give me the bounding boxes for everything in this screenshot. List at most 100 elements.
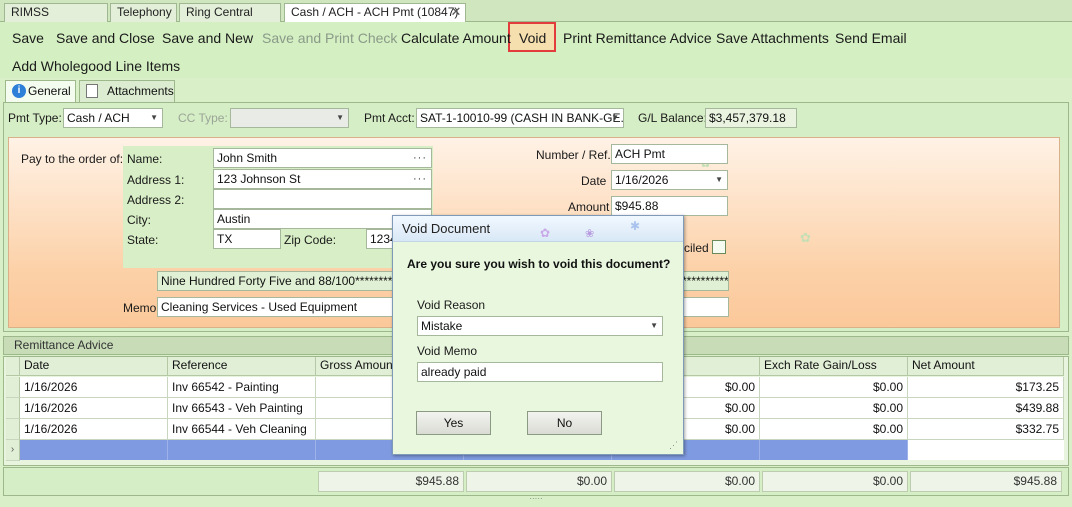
number-ref-field[interactable]: ACH Pmt — [611, 144, 728, 164]
table-cell-reference[interactable]: Inv 66542 - Painting — [168, 377, 316, 398]
address1-label: Address 1: — [127, 173, 185, 187]
tab-cash-ach-pmt-label: Cash / ACH - ACH Pmt (10847) — [291, 5, 459, 19]
table-cell-net[interactable]: $173.25 — [908, 377, 1064, 398]
cc-type-select[interactable]: ▼ — [230, 108, 349, 128]
name-value: John Smith — [217, 151, 278, 165]
name-field[interactable]: John Smith ··· — [213, 148, 432, 168]
total-exch: $0.00 — [762, 471, 908, 492]
close-tab-icon[interactable]: ✕ — [449, 5, 463, 19]
row-selector[interactable] — [6, 419, 20, 440]
zip-label: Zip Code: — [284, 233, 337, 247]
pay-to-label: Pay to the order of: — [21, 152, 124, 166]
reconciled-checkbox[interactable] — [712, 240, 726, 254]
amount-field[interactable]: $945.88 — [611, 196, 728, 216]
reconciled-label: ciled — [684, 241, 709, 255]
yes-button[interactable]: Yes — [416, 411, 491, 435]
void-reason-value: Mistake — [421, 319, 463, 333]
table-cell-date[interactable]: 1/16/2026 — [20, 398, 168, 419]
gl-balance-value: $3,457,379.18 — [705, 108, 797, 128]
table-cell-exch[interactable]: $0.00 — [760, 377, 908, 398]
add-wholegood-line-items-button[interactable]: Add Wholegood Line Items — [12, 57, 180, 75]
amount-words-right: ********** — [682, 274, 729, 288]
zip-field[interactable]: 1234 — [366, 229, 394, 249]
save-and-print-check-button[interactable]: Save and Print Check — [262, 29, 397, 47]
splitter-grip-icon[interactable]: ····· — [524, 495, 548, 503]
pmt-acct-label: Pmt Acct: — [364, 111, 415, 125]
flower-decoration-icon: ✿ — [540, 226, 551, 240]
new-row-cell[interactable] — [168, 440, 316, 460]
tab-telephony[interactable]: Telephony — [110, 3, 177, 22]
butterfly-decoration-icon: ❀ — [585, 228, 595, 240]
column-reference[interactable]: Reference — [168, 357, 316, 376]
pmt-type-select[interactable]: Cash / ACH ▼ — [63, 108, 163, 128]
city-label: City: — [127, 213, 151, 227]
total-col4: $0.00 — [466, 471, 612, 492]
resize-grip-icon[interactable]: ⋰ — [669, 441, 679, 451]
tab-attachments[interactable]: Attachments — [79, 80, 175, 102]
chevron-down-icon: ▼ — [611, 113, 619, 122]
table-cell-exch[interactable]: $0.00 — [760, 419, 908, 440]
new-row-chevron-icon[interactable]: › — [6, 440, 20, 461]
ellipsis-icon[interactable]: ··· — [413, 170, 427, 188]
memo-label: Memo — [123, 301, 157, 315]
tab-ring-central-form[interactable]: Ring Central Form — [179, 3, 281, 36]
column-exch-rate[interactable]: Exch Rate Gain/Loss — [760, 357, 908, 376]
amount-label: Amount — [568, 200, 610, 214]
table-cell-reference[interactable]: Inv 66543 - Veh Painting — [168, 398, 316, 419]
address2-label: Address 2: — [127, 193, 185, 207]
void-memo-label: Void Memo — [417, 344, 478, 358]
save-button[interactable]: Save — [12, 29, 44, 47]
print-remittance-advice-button[interactable]: Print Remittance Advice — [563, 29, 712, 47]
address1-field[interactable]: 123 Johnson St ··· — [213, 169, 432, 189]
grid-row-header-column — [6, 357, 20, 376]
column-net-amount[interactable]: Net Amount — [908, 357, 1064, 376]
cc-type-label: CC Type: — [178, 111, 228, 125]
gl-balance-label: G/L Balance: — [638, 111, 707, 125]
pmt-acct-select[interactable]: SAT-1-10010-99 (CASH IN BANK-GE... ▼ — [416, 108, 624, 128]
amount-words-left: Nine Hundred Forty Five and 88/100******… — [161, 274, 402, 288]
pmt-acct-value: SAT-1-10010-99 (CASH IN BANK-GE... — [420, 111, 624, 125]
void-reason-select[interactable]: Mistake ▼ — [417, 316, 663, 336]
new-row-cell[interactable] — [20, 440, 168, 460]
table-cell-net[interactable]: $439.88 — [908, 398, 1064, 419]
table-cell-reference[interactable]: Inv 66544 - Veh Cleaning — [168, 419, 316, 440]
save-and-new-button[interactable]: Save and New — [162, 29, 253, 47]
tab-general[interactable]: i General — [5, 80, 76, 102]
state-field[interactable]: TX — [213, 229, 281, 249]
save-attachments-button[interactable]: Save Attachments — [716, 29, 829, 47]
tab-attachments-label: Attachments — [107, 84, 174, 98]
send-email-button[interactable]: Send Email — [835, 29, 907, 47]
state-label: State: — [127, 233, 159, 247]
tab-cash-ach-pmt[interactable]: Cash / ACH - ACH Pmt (10847) — [284, 3, 466, 23]
star-decoration-icon: ✱ — [630, 219, 641, 233]
pmt-type-label: Pmt Type: — [8, 111, 62, 125]
void-reason-label: Void Reason — [417, 298, 486, 312]
address2-field[interactable] — [213, 189, 432, 209]
calculate-amount-button[interactable]: Calculate Amount — [401, 29, 511, 47]
no-button[interactable]: No — [527, 411, 602, 435]
row-selector[interactable] — [6, 377, 20, 398]
pmt-type-value: Cash / ACH — [67, 111, 130, 125]
dialog-question: Are you sure you wish to void this docum… — [407, 257, 671, 271]
save-and-close-button[interactable]: Save and Close — [56, 29, 155, 47]
butterfly-decoration: ✿ — [800, 230, 811, 245]
table-cell-date[interactable]: 1/16/2026 — [20, 377, 168, 398]
table-cell-net[interactable]: $332.75 — [908, 419, 1064, 440]
new-row-cell[interactable] — [760, 440, 908, 460]
new-row-cell[interactable] — [908, 440, 1064, 460]
void-memo-field[interactable]: already paid — [417, 362, 663, 382]
total-net: $945.88 — [910, 471, 1062, 492]
table-cell-date[interactable]: 1/16/2026 — [20, 419, 168, 440]
tab-rimss-winnetstar[interactable]: RIMSS WinNetStar — [4, 3, 108, 36]
column-date[interactable]: Date — [20, 357, 168, 376]
ellipsis-icon[interactable]: ··· — [413, 149, 427, 167]
total-col5: $0.00 — [614, 471, 760, 492]
chevron-down-icon: ▼ — [715, 175, 723, 184]
address1-value: 123 Johnson St — [217, 172, 301, 186]
date-field[interactable]: 1/16/2026 ▼ — [611, 170, 728, 190]
void-button[interactable]: Void — [519, 29, 546, 47]
row-selector[interactable] — [6, 398, 20, 419]
total-gross: $945.88 — [318, 471, 464, 492]
date-label: Date — [581, 174, 607, 188]
table-cell-exch[interactable]: $0.00 — [760, 398, 908, 419]
